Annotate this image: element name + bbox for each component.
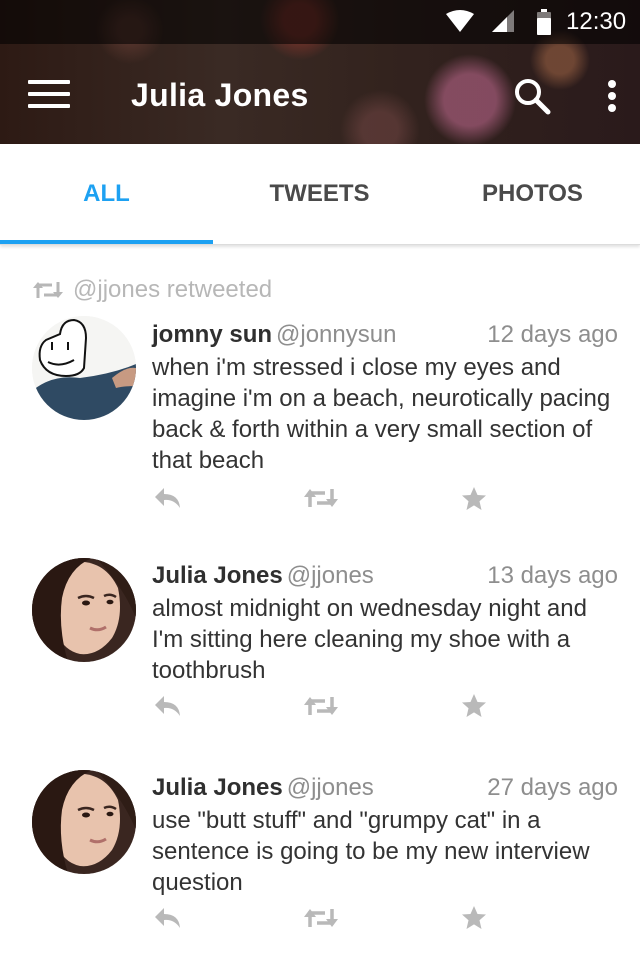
favorite-icon[interactable] [461, 905, 487, 931]
avatar-image [32, 770, 136, 874]
avatar[interactable] [32, 558, 136, 662]
favorite-icon[interactable] [461, 486, 487, 512]
tweet-text: when i'm stressed i close my eyes and im… [152, 354, 611, 474]
menu-icon-bar [28, 92, 70, 96]
tweet-text: use "butt stuff" and "grumpy cat" in a s… [152, 807, 590, 896]
tweet-header: Julia Jones @jjones 27 days ago [152, 773, 622, 803]
tweet-header: Julia Jones @jjones 13 days ago [152, 561, 622, 591]
menu-icon-bar [28, 104, 70, 108]
tweet-author-name[interactable]: Julia Jones [152, 774, 283, 801]
favorite-icon[interactable] [461, 693, 487, 719]
retweet-icon[interactable] [304, 486, 338, 510]
tweet-timestamp: 27 days ago [487, 774, 618, 801]
retweet-icon [33, 282, 63, 298]
more-vert-icon[interactable] [600, 76, 624, 116]
menu-button[interactable] [28, 78, 72, 110]
avatar[interactable] [32, 770, 136, 874]
tweet-text: almost midnight on wednesday night and I… [152, 595, 587, 684]
app-header: 12:30 Julia Jones [0, 0, 640, 144]
status-bar: 12:30 [0, 0, 640, 44]
tweet-author-name[interactable]: jomny sun [152, 321, 272, 348]
active-tab-indicator [0, 240, 213, 244]
avatar-image [32, 558, 136, 662]
tab-all[interactable]: ALL [0, 144, 213, 244]
avatar[interactable] [32, 316, 136, 420]
tweet-header: jomny sun @jonnysun 12 days ago [152, 320, 622, 350]
menu-icon [28, 80, 70, 84]
tab-photos[interactable]: PHOTOS [426, 144, 639, 244]
tweet-timestamp: 13 days ago [487, 562, 618, 589]
reply-icon[interactable] [154, 486, 182, 510]
reply-icon[interactable] [154, 694, 182, 718]
status-time: 12:30 [566, 8, 627, 35]
tweet-author-handle[interactable]: @jonnysun [276, 321, 396, 348]
search-icon[interactable] [512, 76, 552, 116]
retweet-icon[interactable] [304, 906, 338, 930]
tab-bar: ALL TWEETS PHOTOS [0, 144, 640, 245]
tweet-author-handle[interactable]: @jjones [287, 562, 374, 589]
avatar-image [32, 316, 136, 420]
tweet-author-handle[interactable]: @jjones [287, 774, 374, 801]
tab-tweets[interactable]: TWEETS [213, 144, 426, 244]
wifi-icon [446, 10, 474, 32]
reply-icon[interactable] [154, 906, 182, 930]
retweet-icon[interactable] [304, 694, 338, 718]
signal-icon [492, 10, 514, 32]
tweet-author-name[interactable]: Julia Jones [152, 562, 283, 589]
tweet-timestamp: 12 days ago [487, 321, 618, 348]
page-title: Julia Jones [131, 77, 309, 113]
battery-icon [537, 9, 551, 35]
retweet-notice-text: @jjones retweeted [73, 276, 273, 303]
